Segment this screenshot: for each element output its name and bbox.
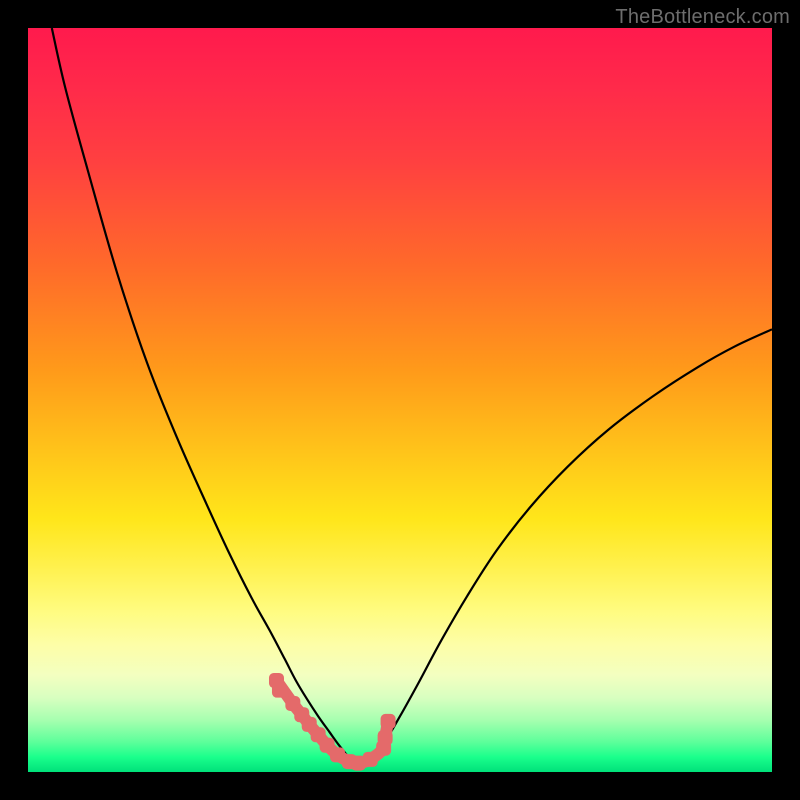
watermark-text: TheBottleneck.com: [615, 6, 790, 29]
plot-area: [28, 28, 772, 772]
series-right-branch: [370, 329, 772, 756]
valley-marker: [363, 752, 378, 767]
outer-frame: TheBottleneck.com: [0, 0, 800, 800]
valley-marker: [378, 730, 393, 745]
series-left-branch: [52, 28, 348, 756]
valley-marker: [272, 683, 287, 698]
chart-overlay: [28, 28, 772, 772]
valley-marker: [381, 714, 396, 729]
